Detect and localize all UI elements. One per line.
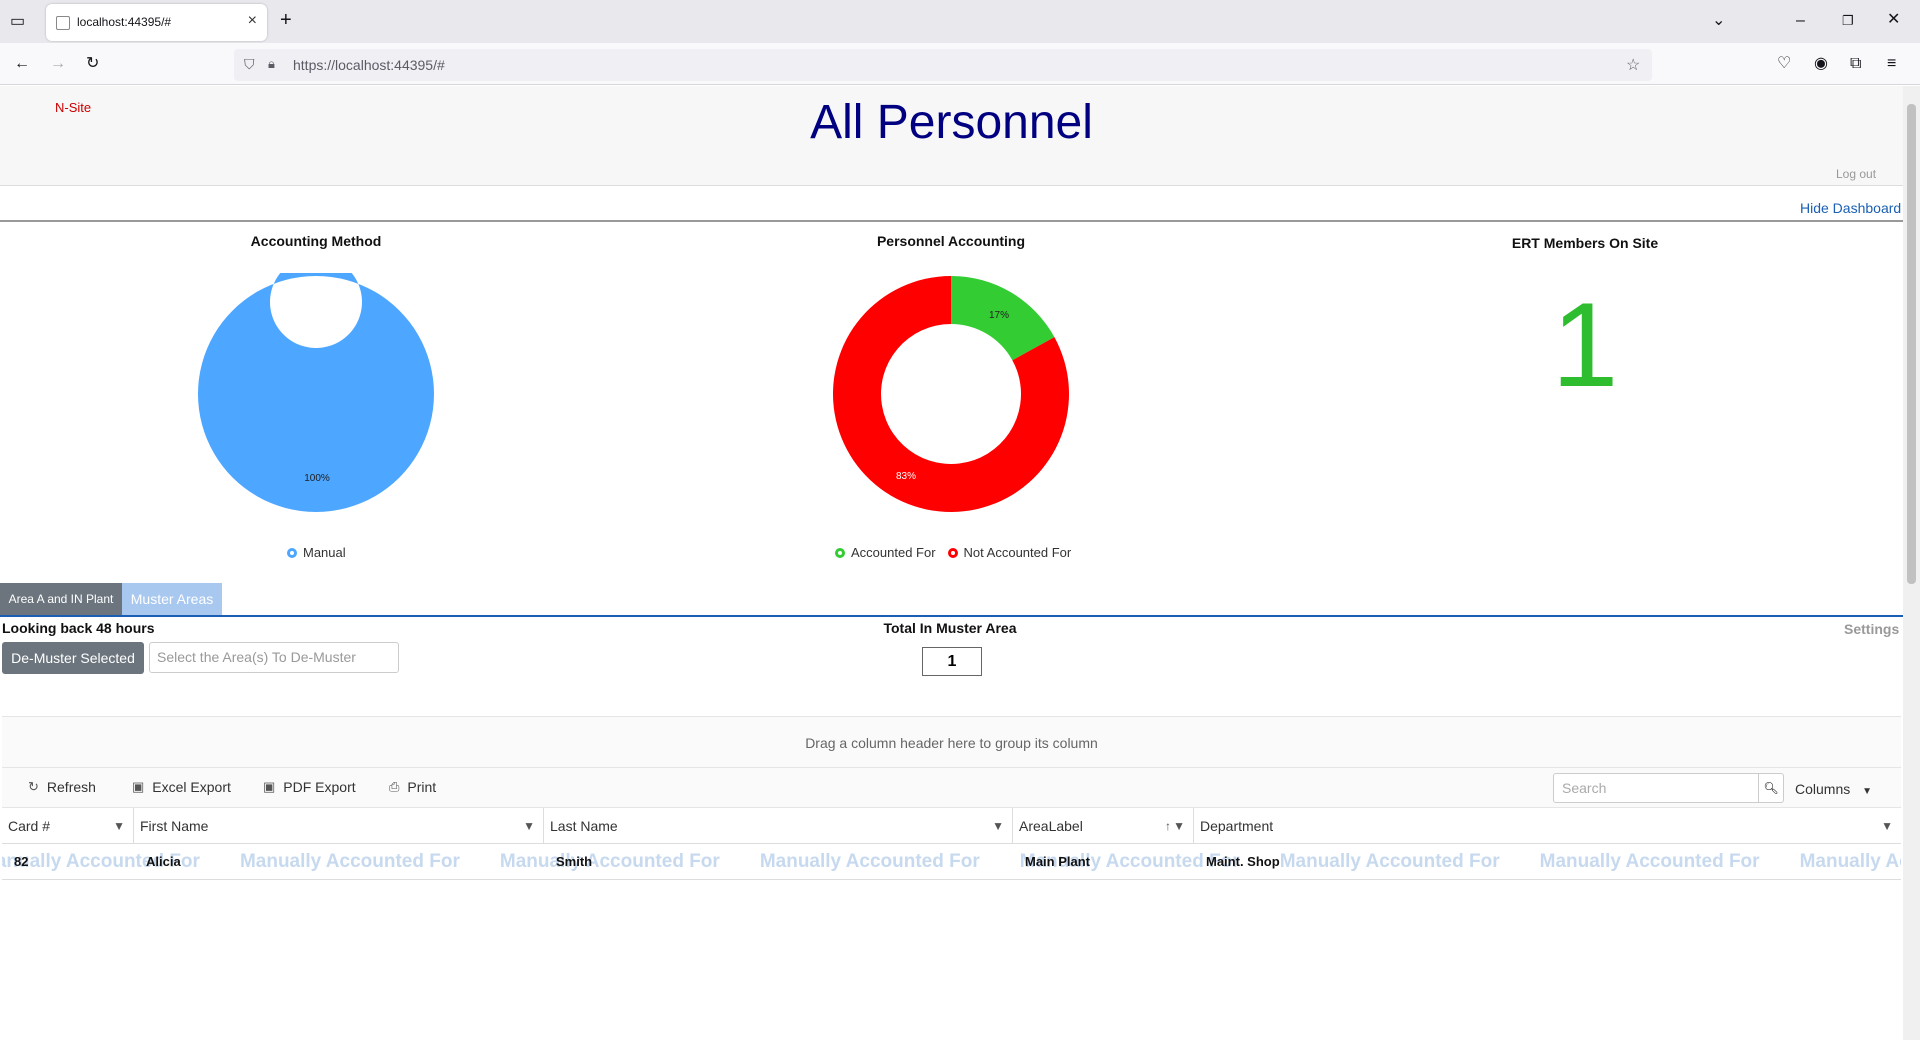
extensions-icon[interactable]: ⧉ [1850,54,1861,74]
print-button[interactable]: ⎙ Print [389,779,436,795]
not-accounted-for-pct-label: 83% [896,471,916,482]
accounting-method-pct-label: 100% [304,473,330,484]
dashboard-divider [0,220,1903,222]
demuster-area-select[interactable]: Select the Area(s) To De-Muster [149,642,399,673]
pdf-icon: ▣ [263,779,276,794]
total-in-muster-area-value: 1 [922,647,982,676]
ert-members-title: ERT Members On Site [1511,235,1659,251]
accounting-method-title: Accounting Method [250,233,382,249]
bookmark-star-icon[interactable]: ☆ [1626,55,1640,75]
cell-first-name: Alicia [146,854,181,869]
accounting-method-legend: Manual [287,545,346,560]
table-row[interactable]: Manually Accounted ForManually Accounted… [2,844,1901,880]
new-tab-button[interactable]: + [280,10,292,30]
filter-icon[interactable]: ▼ [523,808,535,844]
filter-icon[interactable]: ▼ [992,808,1004,844]
menu-icon[interactable]: ≡ [1887,54,1896,74]
refresh-icon: ↻ [28,779,39,794]
filter-icon[interactable]: ▼ [1881,808,1893,844]
filter-icon[interactable]: ▼ [1173,808,1185,844]
legend-not-accounted-for-dot[interactable] [947,547,958,558]
excel-export-button[interactable]: ▣ Excel Export [132,779,231,795]
column-header-area-label-label: AreaLabel [1019,818,1083,834]
url-bar[interactable]: ⛉ 🔒︎ https://localhost:44395/# ☆ [234,49,1652,81]
lock-icon: 🔒︎ [268,56,275,71]
excel-export-label: Excel Export [152,779,231,795]
print-label: Print [407,779,437,795]
accounted-for-pct-label: 17% [989,310,1009,321]
page-icon [56,16,70,30]
column-header-department-label: Department [1200,818,1274,834]
personnel-accounting-chart: 17% 83% [833,276,1069,512]
tab-title: localhost:44395/# [77,15,172,29]
total-in-muster-area-label: Total In Muster Area [883,620,1017,636]
pocket-icon[interactable]: ♡ [1777,54,1791,74]
minimize-icon[interactable]: – [1796,11,1805,31]
demuster-selected-button[interactable]: De-Muster Selected [2,642,144,674]
group-drop-area[interactable]: Drag a column header here to group its c… [2,716,1901,768]
column-header-card-label: Card # [8,818,51,834]
ert-members-count: 1 [1551,278,1619,412]
tab-divider [0,615,1903,617]
cell-area-label: Main Plant [1025,854,1091,869]
excel-icon: ▣ [132,779,145,794]
column-header-last-name[interactable]: Last Name ▼ [544,808,1013,844]
grid-header-row: Card # ▼ First Name ▼ Last Name ▼ AreaLa… [2,808,1901,844]
settings-link[interactable]: Settings [1844,621,1899,637]
pdf-export-label: PDF Export [283,779,356,795]
cell-last-name: Smith [556,854,593,869]
cell-card: 82 [14,854,29,869]
account-icon[interactable]: ◉ [1814,54,1828,74]
url-text[interactable]: https://localhost:44395/# [293,57,445,73]
hide-dashboard-link[interactable]: Hide Dashboard [1800,200,1901,216]
restore-icon[interactable]: ❐ [1842,11,1854,31]
column-header-card[interactable]: Card # ▼ [2,808,134,844]
print-icon: ⎙ [389,779,400,794]
chevron-down-icon: ▼ [1862,786,1873,797]
tab-muster-areas[interactable]: Muster Areas [122,583,222,615]
browser-tab[interactable]: localhost:44395/# × [46,4,267,41]
legend-manual-label: Manual [303,545,346,560]
column-header-first-name-label: First Name [140,818,209,834]
tab-list-icon[interactable]: ▭ [10,12,25,32]
page-title: All Personnel [810,96,1093,149]
cell-department: Maint. Shop [1206,854,1280,869]
legend-not-accounted-for-label: Not Accounted For [963,545,1072,560]
logout-link[interactable]: Log out [1836,167,1876,181]
back-icon[interactable]: ← [14,54,30,74]
grid-search-input[interactable]: Search [1553,773,1759,803]
pdf-export-button[interactable]: ▣ PDF Export [263,779,356,795]
personnel-accounting-legend: Accounted For Not Accounted For [835,545,1071,560]
legend-manual-dot[interactable] [287,547,297,558]
sort-ascending-icon[interactable]: ↑ [1165,808,1171,844]
legend-accounted-for-label: Accounted For [851,545,936,560]
columns-label: Columns [1795,781,1851,797]
refresh-button[interactable]: ↻ Refresh [28,779,96,795]
legend-accounted-for-dot[interactable] [835,547,845,558]
list-all-tabs-icon[interactable]: ⌄ [1712,11,1725,31]
column-header-department[interactable]: Department ▼ [1194,808,1901,844]
search-icon[interactable]: 🔍︎ [1759,773,1784,803]
columns-menu-button[interactable]: Columns ▼ [1795,781,1872,797]
column-header-last-name-label: Last Name [550,818,618,834]
lookback-label: Looking back 48 hours [2,620,155,636]
shield-icon: ⛉ [244,56,255,72]
filter-icon[interactable]: ▼ [113,808,125,844]
reload-icon[interactable]: ↻ [86,54,99,74]
column-header-first-name[interactable]: First Name ▼ [134,808,544,844]
grid-body [2,880,1901,1040]
close-tab-icon[interactable]: × [248,12,257,30]
page-scroll-thumb[interactable] [1907,104,1916,584]
close-window-icon[interactable]: ✕ [1887,10,1900,30]
row-status-watermark: Manually Accounted ForManually Accounted… [2,851,1901,872]
personnel-accounting-title: Personnel Accounting [876,233,1026,249]
accounting-method-chart: 100% [198,273,434,512]
refresh-label: Refresh [46,779,96,795]
tab-area-a-in-plant[interactable]: Area A and IN Plant [0,583,122,615]
forward-icon[interactable]: → [50,54,66,74]
column-header-area-label[interactable]: AreaLabel ↑ ▼ [1013,808,1194,844]
